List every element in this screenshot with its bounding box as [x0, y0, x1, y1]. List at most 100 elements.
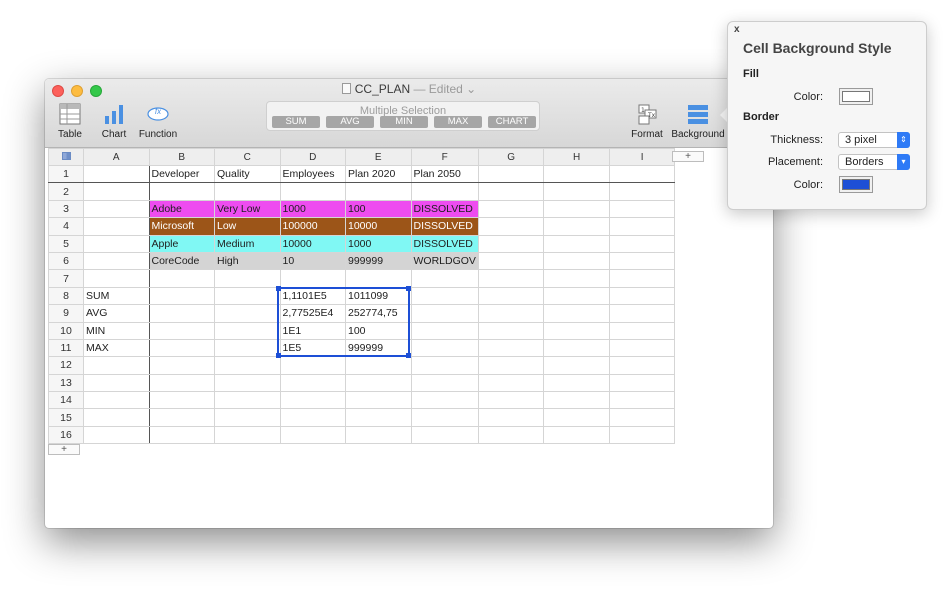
cell[interactable] — [543, 199, 610, 219]
cell[interactable] — [543, 304, 610, 323]
cell[interactable] — [214, 338, 281, 358]
cell[interactable]: Quality — [214, 164, 281, 184]
cell[interactable] — [543, 391, 610, 410]
cell[interactable]: 10000 — [279, 234, 346, 253]
row-header[interactable]: 3 — [48, 199, 84, 219]
cell[interactable] — [345, 391, 412, 410]
cell[interactable] — [477, 234, 545, 253]
cell[interactable] — [83, 373, 150, 393]
cell[interactable] — [279, 182, 346, 201]
cell[interactable] — [410, 408, 479, 427]
cell[interactable] — [83, 391, 150, 410]
format-tool-button[interactable]: 1 Tx Format — [631, 103, 663, 140]
cell[interactable] — [148, 321, 215, 340]
column-header[interactable]: B — [148, 148, 215, 166]
chart-tool-button[interactable]: Chart — [99, 103, 129, 140]
cell[interactable] — [477, 321, 545, 340]
cell[interactable] — [543, 269, 610, 288]
cell[interactable]: 1E5 — [279, 338, 346, 358]
max-button[interactable]: MAX — [434, 116, 482, 128]
column-header[interactable]: G — [477, 148, 545, 166]
cell[interactable]: 100 — [345, 321, 412, 340]
row-header[interactable]: 12 — [48, 356, 84, 375]
cell[interactable] — [608, 338, 676, 358]
cell[interactable] — [214, 304, 281, 323]
cell[interactable] — [214, 321, 281, 340]
cell[interactable] — [345, 373, 412, 393]
cell[interactable]: SUM — [83, 286, 150, 306]
cell[interactable] — [83, 182, 150, 201]
cell[interactable]: 1000 — [279, 199, 346, 219]
column-header[interactable]: H — [543, 148, 610, 166]
cell[interactable]: 1000 — [345, 234, 412, 253]
cell[interactable] — [410, 286, 479, 306]
cell[interactable] — [148, 182, 215, 201]
row-header[interactable]: 4 — [48, 217, 84, 236]
cell[interactable] — [543, 373, 610, 393]
min-button[interactable]: MIN — [380, 116, 428, 128]
cell[interactable] — [543, 251, 610, 271]
cell[interactable] — [410, 182, 479, 201]
cell[interactable] — [148, 338, 215, 358]
cell[interactable] — [148, 286, 215, 306]
row-header[interactable]: 1 — [48, 164, 84, 184]
cell[interactable] — [148, 373, 215, 393]
column-header[interactable]: E — [345, 148, 412, 166]
cell[interactable]: Plan 2020 — [345, 164, 412, 184]
table-tool-button[interactable]: Table — [55, 103, 85, 140]
cell[interactable] — [214, 269, 281, 288]
cell[interactable] — [214, 356, 281, 375]
cell[interactable] — [543, 217, 610, 236]
cell[interactable] — [83, 199, 150, 219]
row-header[interactable]: 2 — [48, 182, 84, 201]
cell[interactable] — [608, 269, 676, 288]
cell[interactable] — [279, 408, 346, 427]
row-header[interactable]: 9 — [48, 304, 84, 323]
cell[interactable] — [477, 199, 545, 219]
function-tool-button[interactable]: fx Function — [137, 103, 179, 140]
cell[interactable]: DISSOLVED — [410, 199, 479, 219]
cell[interactable] — [83, 164, 150, 184]
cell[interactable]: MAX — [83, 338, 150, 358]
cell[interactable] — [410, 338, 479, 358]
cell[interactable] — [410, 373, 479, 393]
cell[interactable]: 999999 — [345, 338, 412, 358]
cell[interactable] — [608, 164, 676, 184]
cell[interactable] — [477, 373, 545, 393]
cell[interactable]: Apple — [148, 234, 215, 253]
cell[interactable] — [279, 425, 346, 445]
cell[interactable] — [477, 182, 545, 201]
cell[interactable] — [608, 321, 676, 340]
cell[interactable] — [543, 408, 610, 427]
cell[interactable] — [279, 373, 346, 393]
column-header[interactable]: A — [83, 148, 150, 166]
cell[interactable] — [477, 286, 545, 306]
cell[interactable] — [477, 338, 545, 358]
cell[interactable]: 10000 — [345, 217, 412, 236]
add-column-button[interactable]: + — [672, 151, 704, 162]
cell[interactable]: DISSOLVED — [410, 217, 479, 236]
popover-close-button[interactable]: x — [734, 24, 740, 35]
cell[interactable] — [214, 286, 281, 306]
cell[interactable] — [543, 338, 610, 358]
cell[interactable] — [214, 182, 281, 201]
cell[interactable]: Very Low — [214, 199, 281, 219]
cell[interactable] — [543, 356, 610, 375]
cell[interactable] — [148, 304, 215, 323]
row-header[interactable]: 5 — [48, 234, 84, 253]
cell[interactable] — [83, 356, 150, 375]
cell[interactable] — [477, 164, 545, 184]
cell[interactable] — [83, 217, 150, 236]
row-header[interactable]: 10 — [48, 321, 84, 340]
sum-button[interactable]: SUM — [272, 116, 320, 128]
cell[interactable] — [148, 391, 215, 410]
cell[interactable]: Microsoft — [148, 217, 215, 236]
cell[interactable]: Adobe — [148, 199, 215, 219]
cell[interactable] — [214, 373, 281, 393]
cell[interactable] — [477, 425, 545, 445]
cell[interactable]: 1011099 — [345, 286, 412, 306]
row-header[interactable]: 16 — [48, 425, 84, 445]
cell[interactable]: MIN — [83, 321, 150, 340]
row-header[interactable]: 6 — [48, 251, 84, 271]
chart-function-button[interactable]: CHART — [488, 116, 536, 128]
